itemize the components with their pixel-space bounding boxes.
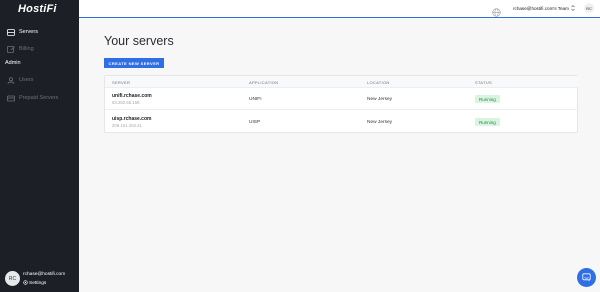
server-name[interactable]: uisp.rchase.com xyxy=(112,116,151,122)
table-row[interactable]: unifi.rchase.com 63.250.55.158 UNIFI New… xyxy=(105,88,579,110)
sidebar: HostiFi Servers Billing Admin Users Prep… xyxy=(0,0,79,292)
column-header-location: LOCATION xyxy=(367,79,390,85)
users-icon xyxy=(5,76,17,84)
sidebar-item-users[interactable]: Users xyxy=(0,73,79,87)
billing-icon xyxy=(5,45,17,53)
sidebar-item-servers[interactable]: Servers xyxy=(0,25,79,39)
prepaid-icon xyxy=(5,95,17,102)
servers-table: SERVER APPLICATION LOCATION STATUS unifi… xyxy=(104,75,579,133)
avatar[interactable]: RC xyxy=(5,271,20,286)
sidebar-item-label: Servers xyxy=(19,29,38,35)
sidebar-footer: RC rchase@hostifi.com Settings xyxy=(0,266,79,292)
server-location: New Jersey xyxy=(367,120,393,125)
server-application: UISP xyxy=(249,120,261,125)
server-ip: 209.161.203.41 xyxy=(112,123,142,128)
top-bar: rchase@hostifi.com's Team RC xyxy=(79,0,600,18)
create-server-button[interactable]: CREATE NEW SERVER xyxy=(104,58,164,68)
sidebar-item-label: Users xyxy=(19,77,34,83)
page-title: Your servers xyxy=(104,34,174,48)
table-row[interactable]: uisp.rchase.com 209.161.203.41 UISP New … xyxy=(105,111,579,133)
server-location: New Jersey xyxy=(367,97,393,102)
column-header-status: STATUS xyxy=(475,79,492,85)
sidebar-item-billing[interactable]: Billing xyxy=(0,42,79,56)
admin-section-label: Admin xyxy=(5,60,21,66)
team-label: rchase@hostifi.com's Team xyxy=(513,6,570,11)
globe-icon[interactable] xyxy=(492,4,501,17)
status-badge: Running xyxy=(475,95,500,103)
chat-launcher-button[interactable] xyxy=(577,268,596,287)
gear-icon xyxy=(23,280,28,287)
chat-icon xyxy=(582,269,591,287)
server-icon xyxy=(5,28,17,36)
server-name[interactable]: unifi.rchase.com xyxy=(112,93,152,99)
settings-link[interactable]: Settings xyxy=(23,280,46,287)
column-header-server: SERVER xyxy=(112,79,131,85)
column-header-application: APPLICATION xyxy=(249,79,279,85)
team-switcher[interactable]: rchase@hostifi.com's Team xyxy=(513,5,575,12)
sidebar-item-label: Billing xyxy=(19,46,34,52)
server-ip: 63.250.55.158 xyxy=(112,100,140,105)
status-badge: Running xyxy=(475,118,500,126)
table-header: SERVER APPLICATION LOCATION STATUS xyxy=(105,76,579,88)
app-logo[interactable]: HostiFi xyxy=(18,3,57,15)
sidebar-item-prepaid-servers[interactable]: Prepaid Servers xyxy=(0,91,79,105)
user-email: rchase@hostifi.com xyxy=(23,272,66,277)
server-application: UNIFI xyxy=(249,97,262,102)
sidebar-item-label: Prepaid Servers xyxy=(19,95,59,101)
chevron-updown-icon xyxy=(571,5,575,12)
top-avatar[interactable]: RC xyxy=(584,3,594,13)
settings-label: Settings xyxy=(29,281,47,286)
